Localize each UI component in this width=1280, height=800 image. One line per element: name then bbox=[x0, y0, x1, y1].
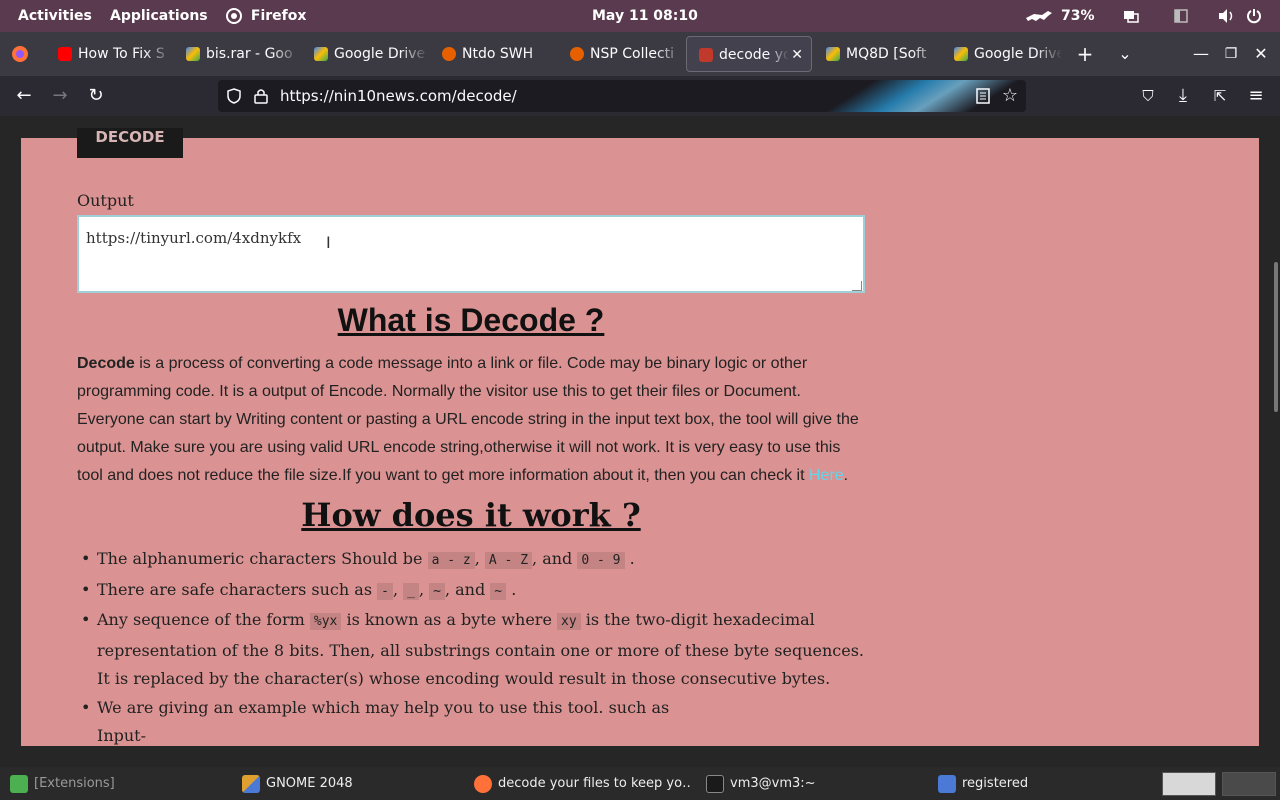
volume-icon[interactable] bbox=[1218, 0, 1236, 32]
site-icon bbox=[699, 48, 713, 62]
firefox-icon bbox=[226, 8, 242, 24]
url-bar[interactable]: https://nin10news.com/decode/ ☆ bbox=[218, 80, 1026, 112]
task-extensions[interactable]: [Extensions] bbox=[4, 770, 224, 798]
task-terminal[interactable]: vm3@vm3:~ bbox=[700, 770, 920, 798]
pocket-icon[interactable]: ⛉ bbox=[1136, 84, 1160, 108]
shield-icon[interactable] bbox=[226, 88, 242, 104]
downloads-icon[interactable]: ⤓ bbox=[1171, 84, 1195, 108]
firefox-icon bbox=[474, 775, 492, 793]
reader-view-icon[interactable] bbox=[976, 88, 990, 104]
gnome-top-bar: Activities Applications Firefox May 11 0… bbox=[0, 0, 1280, 32]
tab-google-drive-2[interactable]: Google Drive bbox=[942, 36, 1062, 72]
list-item: There are safe characters such as -, _, … bbox=[77, 576, 865, 607]
list-item: The alphanumeric characters Should be a … bbox=[77, 545, 865, 576]
navigation-bar: ← → ↻ https://nin10news.com/decode/ ☆ ⛉ … bbox=[0, 76, 1280, 116]
bottom-taskbar: [Extensions] GNOME 2048 decode your file… bbox=[0, 767, 1280, 800]
google-drive-icon bbox=[954, 47, 968, 61]
page-scrollbar[interactable] bbox=[1274, 262, 1278, 412]
here-link[interactable]: Here bbox=[809, 467, 844, 484]
firefox-dev-icon bbox=[570, 47, 584, 61]
google-drive-icon bbox=[826, 47, 840, 61]
tab-decode-your[interactable]: decode your✕ bbox=[686, 36, 812, 72]
power-icon[interactable] bbox=[1246, 0, 1262, 32]
extensions-icon[interactable]: ⇱ bbox=[1208, 84, 1232, 108]
animal-icon bbox=[1026, 11, 1052, 21]
lock-icon[interactable] bbox=[254, 88, 268, 104]
bookmark-star-icon[interactable]: ☆ bbox=[1002, 80, 1018, 112]
tab-how-to-fix[interactable]: How To Fix S bbox=[46, 36, 172, 72]
tab-nsp-collection[interactable]: NSP Collecti bbox=[558, 36, 684, 72]
google-drive-icon bbox=[314, 47, 328, 61]
task-registered[interactable]: registered bbox=[932, 770, 1152, 798]
window-close-icon[interactable]: ✕ bbox=[1249, 42, 1273, 66]
terminal-icon bbox=[706, 775, 724, 793]
window-icon[interactable] bbox=[1174, 0, 1188, 32]
output-label: Output bbox=[77, 191, 134, 210]
url-text: https://nin10news.com/decode/ bbox=[280, 87, 517, 105]
decode-description: Decode is a process of converting a code… bbox=[77, 355, 859, 484]
output-textarea[interactable]: https://tinyurl.com/4xdnykfx bbox=[77, 215, 865, 293]
menu-hamburger-icon[interactable]: ≡ bbox=[1244, 84, 1268, 108]
list-item: We are giving an example which may help … bbox=[77, 694, 865, 751]
close-icon[interactable]: ✕ bbox=[791, 37, 803, 71]
tab-mq8d[interactable]: MQ8D [Soft bbox=[814, 36, 940, 72]
forward-arrow-icon[interactable]: → bbox=[48, 84, 72, 108]
applications-menu[interactable]: Applications bbox=[110, 0, 208, 32]
tab-google-drive[interactable]: Google Drive bbox=[302, 36, 428, 72]
app-menu[interactable]: Firefox bbox=[226, 0, 306, 32]
what-is-decode-heading: What is Decode ? bbox=[337, 302, 605, 338]
firefox-view-icon[interactable] bbox=[8, 42, 32, 66]
clock[interactable]: May 11 08:10 bbox=[592, 0, 698, 32]
app-name: Firefox bbox=[250, 8, 307, 24]
screen-icon[interactable] bbox=[1123, 0, 1139, 32]
list-tabs-chevron-down-icon[interactable]: ⌄ bbox=[1113, 42, 1137, 66]
task-firefox-decode[interactable]: decode your files to keep yo… bbox=[468, 770, 690, 798]
puzzle-icon bbox=[10, 775, 28, 793]
viewport-bottom-edge bbox=[0, 746, 1280, 767]
back-arrow-icon[interactable]: ← bbox=[12, 84, 36, 108]
new-tab-button[interactable]: + bbox=[1073, 42, 1097, 66]
resize-handle-icon[interactable] bbox=[852, 281, 862, 291]
workspace-1[interactable] bbox=[1162, 772, 1216, 796]
battery-percent[interactable]: 73% bbox=[1061, 0, 1095, 32]
weather-indicator[interactable] bbox=[1024, 0, 1054, 32]
document-icon bbox=[938, 775, 956, 793]
firefox-dev-icon bbox=[442, 47, 456, 61]
youtube-icon bbox=[58, 47, 72, 61]
tab-bis-rar[interactable]: bis.rar - Goo bbox=[174, 36, 300, 72]
task-gnome-2048[interactable]: GNOME 2048 bbox=[236, 770, 456, 798]
tab-ntdo-swh[interactable]: Ntdo SWH bbox=[430, 36, 556, 72]
reload-icon[interactable]: ↻ bbox=[84, 84, 108, 108]
maximize-icon[interactable]: ❐ bbox=[1219, 42, 1243, 66]
list-item: Any sequence of the form %yx is known as… bbox=[77, 606, 865, 694]
google-drive-icon bbox=[186, 47, 200, 61]
tab-strip: How To Fix S bis.rar - Goo Google Drive … bbox=[0, 32, 1280, 76]
game-icon bbox=[242, 775, 260, 793]
decode-bold: Decode bbox=[77, 355, 135, 372]
how-it-works-list: The alphanumeric characters Should be a … bbox=[77, 545, 865, 751]
text-cursor-icon: I bbox=[326, 233, 331, 252]
activities-button[interactable]: Activities bbox=[18, 0, 92, 32]
workspace-2[interactable] bbox=[1222, 772, 1276, 796]
minimize-icon[interactable]: — bbox=[1189, 42, 1213, 66]
how-does-it-work-heading: How does it work ? bbox=[301, 496, 641, 534]
